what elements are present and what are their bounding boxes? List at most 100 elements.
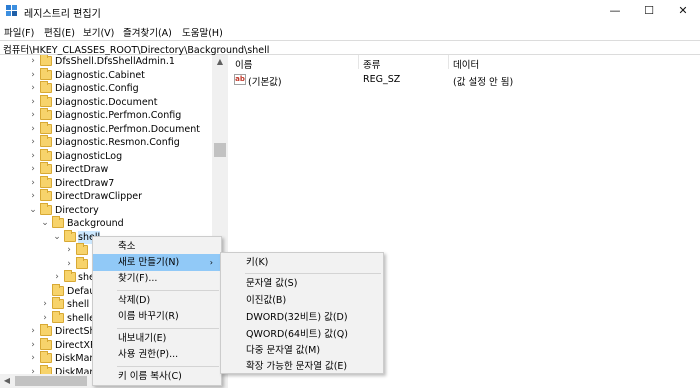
expand-arrow-icon[interactable]: › — [28, 69, 38, 82]
menu-item-delete[interactable]: 삭제(D) — [93, 292, 221, 309]
collapse-arrow-icon[interactable]: ⌄ — [52, 231, 62, 244]
column-divider[interactable] — [358, 55, 359, 69]
tree-item-label: Diagnostic.Config — [55, 83, 139, 94]
submenu-item-qword-value[interactable]: QWORD(64비트) 값(Q) — [221, 326, 383, 343]
menu-help[interactable]: 도움말(H) — [182, 25, 223, 39]
expand-arrow-icon[interactable]: › — [28, 109, 38, 122]
expand-arrow-icon[interactable]: › — [40, 298, 50, 311]
expand-arrow-icon[interactable]: › — [28, 136, 38, 149]
value-name[interactable]: (기본값) — [248, 74, 282, 88]
folder-icon — [40, 189, 52, 201]
menu-separator — [117, 328, 219, 329]
tree-item[interactable]: ⌄ Background — [0, 216, 212, 231]
menu-item-new[interactable]: 새로 만들기(N) › — [93, 254, 221, 271]
tree-item[interactable]: ⌄ Directory — [0, 202, 212, 218]
folder-icon — [40, 202, 52, 215]
folder-icon — [40, 162, 52, 174]
menu-item-copy-key-name[interactable]: 키 이름 복사(C) — [93, 368, 221, 385]
tree-item-label: Diagnostic.Cabinet — [55, 69, 145, 81]
expand-arrow-icon[interactable]: › — [64, 244, 74, 257]
expand-arrow-icon[interactable]: › — [28, 325, 38, 338]
scroll-left-arrow-icon[interactable]: ◀ — [0, 374, 14, 388]
submenu-item-expandable-string-value[interactable]: 확장 가능한 문자열 값(E) — [221, 358, 383, 375]
expand-arrow-icon[interactable]: › — [28, 163, 38, 176]
expand-arrow-icon[interactable]: › — [28, 352, 38, 365]
tree-item[interactable]: › Diagnostic.Config — [0, 81, 212, 96]
collapse-arrow-icon[interactable]: ⌄ — [28, 204, 38, 217]
folder-icon — [40, 175, 52, 188]
expand-arrow-icon[interactable]: › — [28, 177, 38, 190]
column-header-data[interactable]: 데이터 — [453, 57, 479, 71]
expand-arrow-icon[interactable]: › — [40, 312, 50, 325]
expand-arrow-icon[interactable]: › — [28, 96, 38, 109]
column-header-type[interactable]: 종류 — [363, 57, 380, 71]
tree-item[interactable]: › DfsShell.DfsShellAdmin.1 — [0, 55, 212, 69]
tree-item-label: Background — [67, 218, 124, 229]
submenu-arrow-icon: › — [209, 258, 213, 267]
address-bar[interactable]: 컴퓨터\HKEY_CLASSES_ROOT\Directory\Backgrou… — [0, 40, 700, 56]
folder-icon — [40, 67, 52, 80]
tree-item-label: DirectDrawClipper — [55, 191, 142, 202]
tree-item-label: DirectDraw — [55, 164, 109, 175]
expand-arrow-icon[interactable]: › — [52, 271, 62, 284]
folder-icon — [40, 337, 52, 350]
scroll-up-arrow-icon[interactable]: ▲ — [212, 55, 228, 69]
close-button[interactable]: ✕ — [666, 0, 700, 22]
collapse-arrow-icon[interactable]: ⌄ — [40, 217, 50, 230]
folder-icon — [52, 297, 64, 309]
folder-icon — [52, 216, 64, 228]
tree-item[interactable]: › Diagnostic.Document — [0, 94, 212, 110]
address-path[interactable]: 컴퓨터\HKEY_CLASSES_ROOT\Directory\Backgrou… — [3, 42, 269, 56]
menu-file[interactable]: 파일(F) — [4, 25, 34, 39]
menu-item-label: 축소 — [118, 241, 136, 252]
tree-item[interactable]: › Diagnostic.Perfmon.Config — [0, 108, 212, 123]
tree-item[interactable]: › DirectDraw — [0, 162, 212, 177]
scroll-thumb[interactable] — [214, 143, 226, 157]
tree-item-label: Diagnostic.Perfmon.Config — [55, 110, 182, 121]
expand-arrow-icon[interactable]: › — [64, 258, 74, 271]
tree-item[interactable]: › Diagnostic.Cabinet — [0, 67, 212, 83]
menu-item-label: 다중 문자열 값(M) — [246, 345, 321, 356]
folder-icon — [64, 229, 76, 242]
title-bar: 레지스트리 편집기 — ☐ ✕ — [0, 0, 700, 22]
tree-item[interactable]: › Diagnostic.Perfmon.Document — [0, 121, 212, 137]
submenu-item-string-value[interactable]: 문자열 값(S) — [221, 275, 383, 292]
expand-arrow-icon[interactable]: › — [28, 55, 38, 68]
menu-item-label: 찾기(F)... — [118, 273, 158, 284]
menu-item-export[interactable]: 내보내기(E) — [93, 330, 221, 347]
expand-arrow-icon[interactable]: › — [28, 123, 38, 136]
menu-item-find[interactable]: 찾기(F)... — [93, 270, 221, 287]
menu-item-label: 키 이름 복사(C) — [118, 371, 182, 382]
tree-item[interactable]: › DiagnosticLog — [0, 148, 212, 164]
tree-item-label: DfsShell.DfsShellAdmin.1 — [55, 56, 175, 67]
column-divider[interactable] — [448, 55, 449, 69]
expand-arrow-icon[interactable]: › — [28, 82, 38, 95]
tree-item[interactable]: › DirectDrawClipper — [0, 189, 212, 204]
folder-icon — [40, 81, 52, 93]
tree-item[interactable]: › Diagnostic.Resmon.Config — [0, 135, 212, 150]
submenu-item-dword-value[interactable]: DWORD(32비트) 값(D) — [221, 309, 383, 326]
menu-separator — [117, 290, 219, 291]
expand-arrow-icon[interactable]: › — [28, 339, 38, 352]
menu-view[interactable]: 보기(V) — [83, 25, 114, 39]
menu-item-rename[interactable]: 이름 바꾸기(R) — [93, 308, 221, 325]
minimize-button[interactable]: — — [598, 0, 632, 22]
folder-icon — [52, 310, 64, 323]
menu-separator — [245, 273, 381, 274]
tree-item[interactable]: › DirectDraw7 — [0, 175, 212, 191]
maximize-button[interactable]: ☐ — [632, 0, 666, 22]
expand-arrow-icon[interactable]: › — [28, 190, 38, 203]
menu-item-collapse[interactable]: 축소 — [93, 238, 221, 255]
regedit-app-icon — [6, 5, 17, 16]
menu-item-permissions[interactable]: 사용 권한(P)... — [93, 346, 221, 363]
expand-arrow-icon[interactable]: › — [28, 150, 38, 163]
submenu-item-multi-string-value[interactable]: 다중 문자열 값(M) — [221, 342, 383, 359]
menu-favorites[interactable]: 즐겨찾기(A) — [123, 25, 172, 39]
tree-item-label: Diagnostic.Document — [55, 96, 158, 108]
scroll-thumb[interactable] — [15, 376, 87, 386]
submenu-item-key[interactable]: 키(K) — [221, 254, 383, 271]
menu-edit[interactable]: 편집(E) — [44, 25, 75, 39]
submenu-item-binary-value[interactable]: 이진값(B) — [221, 292, 383, 309]
column-header-name[interactable]: 이름 — [235, 57, 252, 71]
menu-item-label: 문자열 값(S) — [246, 278, 298, 289]
